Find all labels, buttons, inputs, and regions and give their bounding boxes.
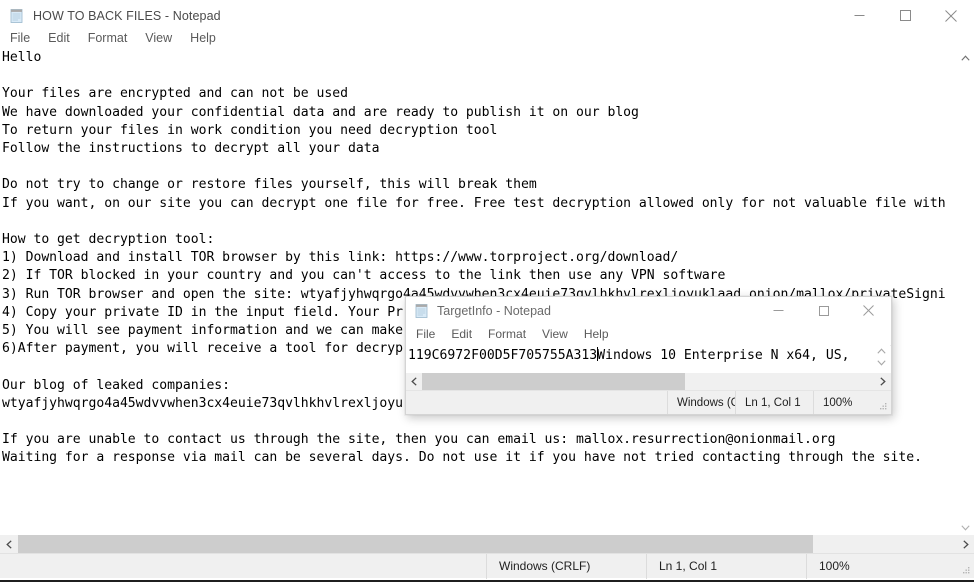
scroll-up-arrow-icon[interactable]	[873, 345, 890, 357]
inner-statusbar-spacer	[406, 391, 667, 415]
scroll-down-arrow-icon[interactable]	[957, 519, 974, 536]
horizontal-scroll-thumb[interactable]	[18, 535, 813, 553]
scroll-left-arrow-icon[interactable]	[406, 373, 422, 390]
inner-status-cursor-position: Ln 1, Col 1	[735, 390, 813, 414]
minimize-button[interactable]	[756, 297, 801, 324]
resize-grip[interactable]	[956, 554, 974, 579]
maximize-button[interactable]	[801, 297, 846, 324]
menu-view[interactable]: View	[136, 29, 181, 48]
scroll-right-arrow-icon[interactable]	[957, 535, 974, 553]
inner-menu-file[interactable]: File	[408, 325, 443, 344]
target-id-text: 119C6972F00D5F705755A313	[408, 348, 598, 363]
inner-status-zoom-level: 100%	[813, 390, 875, 414]
inner-vertical-scrollbar[interactable]	[873, 345, 890, 370]
main-vertical-scrollbar[interactable]	[956, 49, 974, 536]
statusbar-spacer	[0, 554, 486, 579]
notepad-main-window: HOW TO BACK FILES - Notepad File Edit Fo…	[0, 0, 974, 582]
inner-menu-view[interactable]: View	[534, 325, 576, 344]
main-window-title: HOW TO BACK FILES - Notepad	[33, 8, 221, 23]
inner-horizontal-scrollbar[interactable]	[406, 373, 891, 390]
notepad-icon	[414, 303, 430, 319]
menu-format[interactable]: Format	[79, 29, 137, 48]
target-os-text: Windows 10 Enterprise N x64, US,	[597, 348, 850, 363]
inner-statusbar: Windows (CR Ln 1, Col 1 100%	[406, 390, 891, 414]
inner-horizontal-scroll-thumb[interactable]	[422, 373, 685, 390]
main-horizontal-scrollbar[interactable]	[0, 535, 974, 553]
inner-text-area[interactable]: 119C6972F00D5F705755A313Windows 10 Enter…	[406, 345, 874, 370]
inner-caption-buttons	[756, 297, 891, 324]
main-statusbar: Windows (CRLF) Ln 1, Col 1 100%	[0, 553, 974, 579]
inner-status-line-ending: Windows (CR	[667, 390, 735, 414]
inner-resize-grip[interactable]	[875, 391, 891, 415]
inner-horizontal-scroll-track[interactable]	[422, 373, 875, 390]
main-text-area[interactable]: Hello Your files are encrypted and can n…	[0, 49, 957, 536]
status-zoom-level: 100%	[806, 553, 956, 579]
status-line-ending: Windows (CRLF)	[486, 553, 646, 579]
inner-menu-help[interactable]: Help	[576, 325, 617, 344]
status-cursor-position: Ln 1, Col 1	[646, 553, 806, 579]
menu-help[interactable]: Help	[181, 29, 225, 48]
scroll-right-arrow-icon[interactable]	[875, 373, 891, 390]
inner-menubar: File Edit Format View Help	[406, 324, 891, 346]
menu-file[interactable]: File	[1, 29, 39, 48]
inner-window-title: TargetInfo - Notepad	[437, 303, 551, 318]
notepad-targetinfo-window[interactable]: TargetInfo - Notepad File Edit Format Vi…	[405, 296, 892, 415]
close-button[interactable]	[846, 297, 891, 324]
inner-menu-format[interactable]: Format	[480, 325, 534, 344]
inner-menu-edit[interactable]: Edit	[443, 325, 480, 344]
scroll-up-arrow-icon[interactable]	[957, 49, 974, 66]
notepad-icon	[9, 8, 25, 24]
main-menubar: File Edit Format View Help	[0, 27, 974, 50]
targetinfo-text-line: 119C6972F00D5F705755A313Windows 10 Enter…	[408, 347, 849, 365]
scroll-left-arrow-icon[interactable]	[0, 535, 17, 553]
horizontal-scroll-track[interactable]	[17, 535, 957, 553]
inner-titlebar[interactable]: TargetInfo - Notepad	[406, 297, 891, 324]
menu-edit[interactable]: Edit	[39, 29, 79, 48]
scroll-down-arrow-icon[interactable]	[873, 357, 890, 369]
